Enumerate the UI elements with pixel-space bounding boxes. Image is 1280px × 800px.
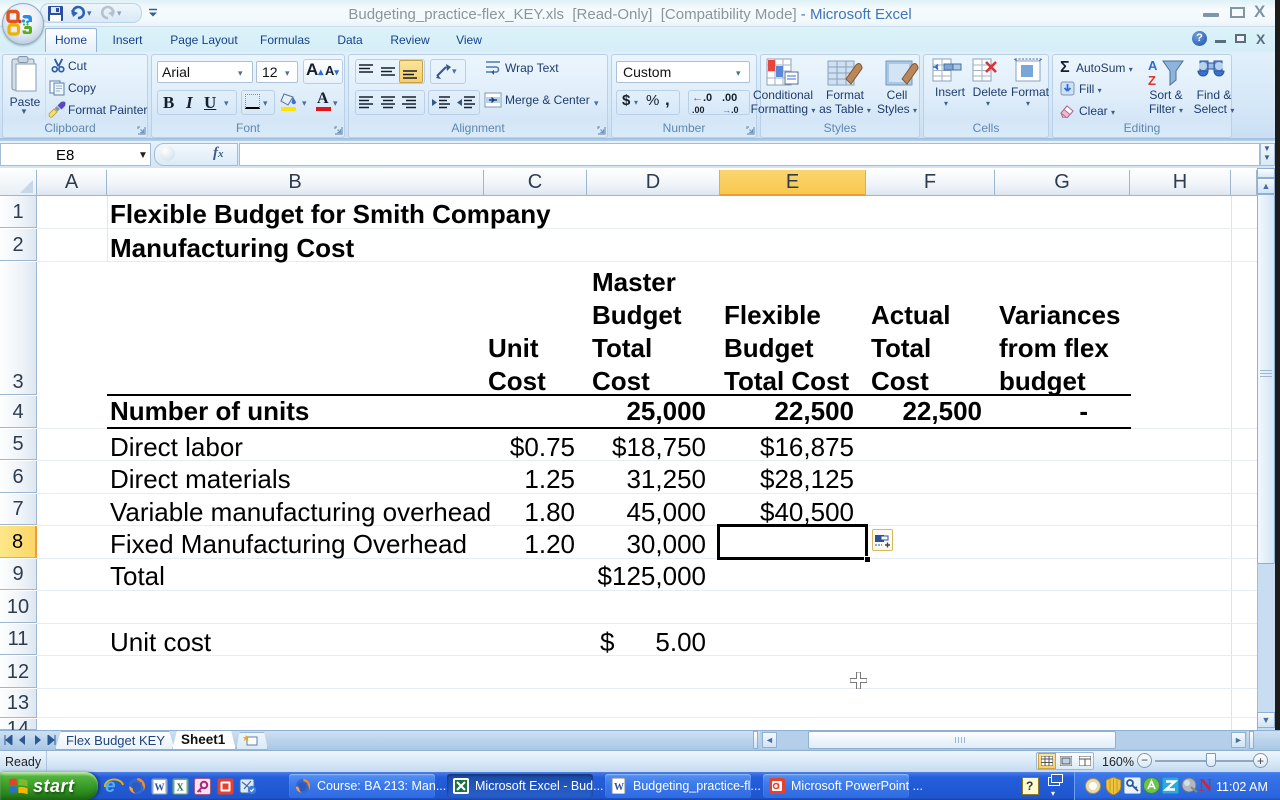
svg-text:W: W bbox=[614, 782, 624, 793]
svg-text:W: W bbox=[155, 783, 165, 794]
svg-text:X: X bbox=[177, 783, 185, 794]
